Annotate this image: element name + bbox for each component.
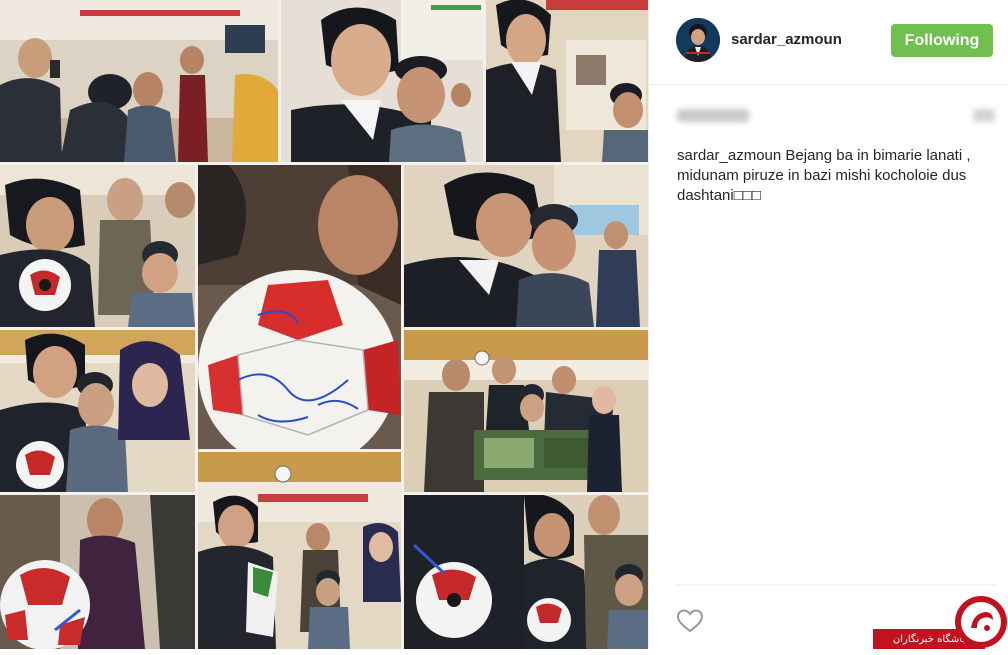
collage-photo xyxy=(404,165,648,327)
blurred-text xyxy=(677,109,749,122)
collage-photo xyxy=(0,330,195,492)
post-caption: sardar_azmoun Bejang ba in bimarie lanat… xyxy=(677,146,995,206)
watermark: باشگاه خبرنگاران xyxy=(873,588,1008,649)
post-sidebar: sardar_azmoun Following sardar_azmoun Be… xyxy=(648,0,1008,649)
collage-photo xyxy=(486,0,648,162)
watermark-logo-icon xyxy=(953,594,1008,650)
blurred-meta-row xyxy=(677,106,995,126)
post-photo-collage[interactable] xyxy=(0,0,648,649)
collage-photo xyxy=(0,165,195,327)
post-header: sardar_azmoun Following xyxy=(649,0,1008,85)
divider xyxy=(677,584,995,585)
collage-photo xyxy=(404,495,648,649)
collage-photo xyxy=(404,330,648,492)
profile-avatar[interactable] xyxy=(676,18,720,62)
collage-photo xyxy=(0,495,195,649)
blurred-text xyxy=(973,109,995,122)
heart-outline-icon[interactable] xyxy=(676,608,704,634)
header-username[interactable]: sardar_azmoun xyxy=(731,31,842,48)
collage-photo xyxy=(281,0,483,162)
collage-photo xyxy=(198,165,401,449)
following-button[interactable]: Following xyxy=(891,24,993,57)
caption-author[interactable]: sardar_azmoun xyxy=(677,147,781,164)
collage-photo xyxy=(198,452,401,649)
collage-photo xyxy=(0,0,278,162)
